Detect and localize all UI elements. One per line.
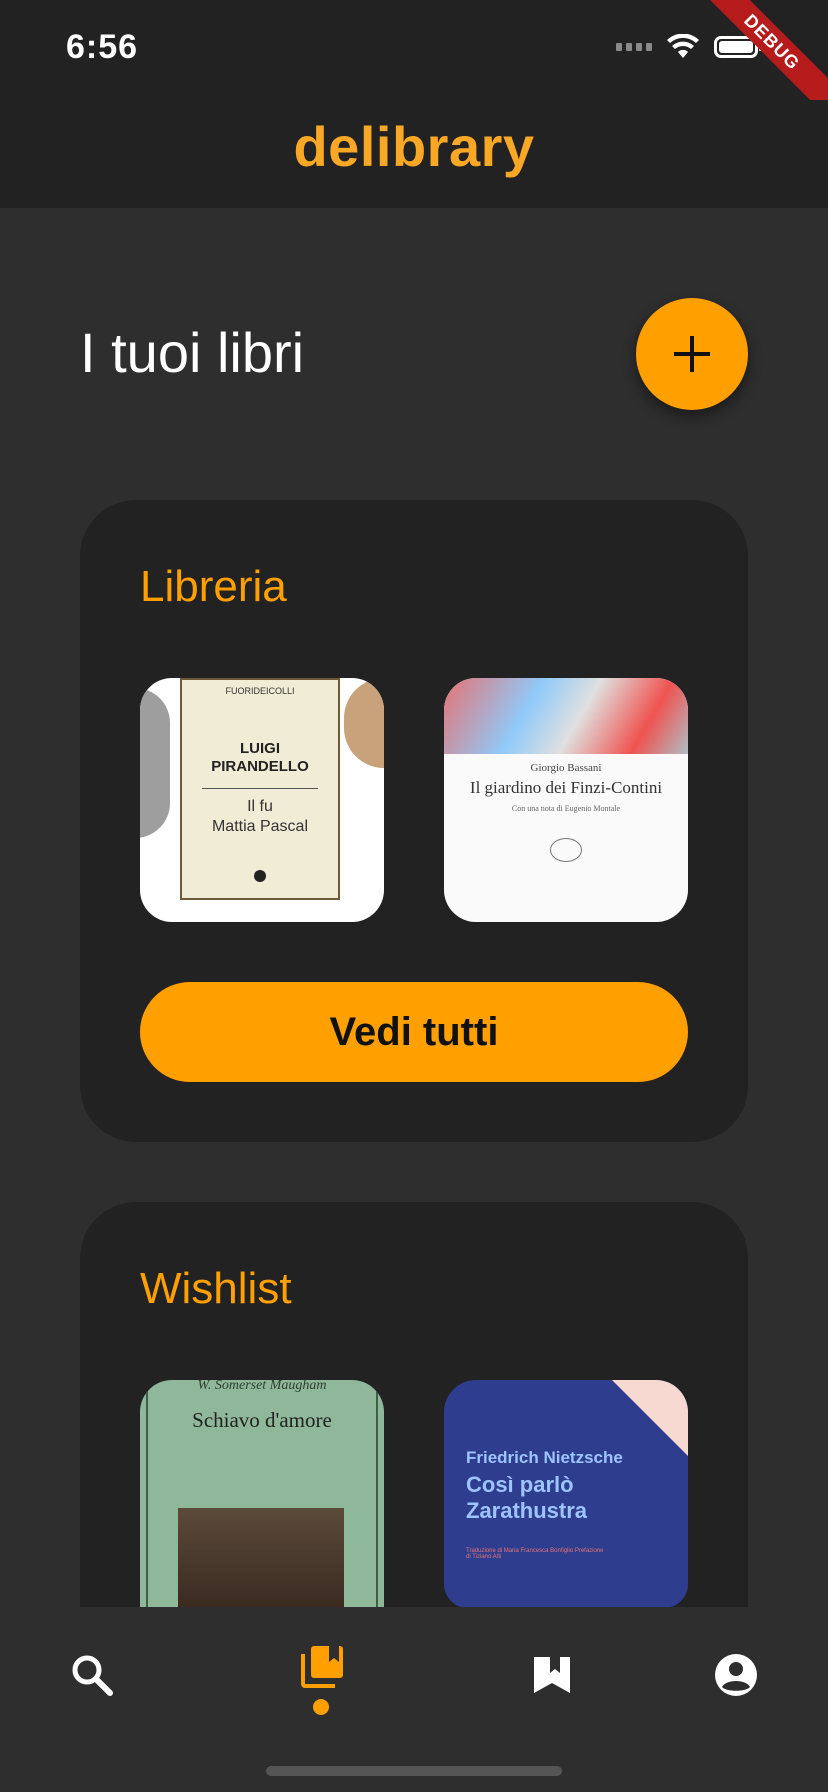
nav-active-indicator xyxy=(313,1699,329,1715)
cover-title-line1: Così parlò xyxy=(466,1472,574,1497)
cover-art: FUORIDEICOLLI LUIGI PIRANDELLO Il fu Mat… xyxy=(180,678,340,900)
book-cover[interactable]: FUORIDEICOLLI LUIGI PIRANDELLO Il fu Mat… xyxy=(140,678,384,922)
cover-painting xyxy=(178,1508,344,1608)
cover-author: W. Somerset Maugham xyxy=(197,1380,327,1393)
nav-library[interactable] xyxy=(290,1635,354,1699)
wifi-icon xyxy=(667,34,699,58)
cover-publisher: FUORIDEICOLLI xyxy=(225,686,295,696)
home-indicator[interactable] xyxy=(266,1766,562,1776)
page-title: I tuoi libri xyxy=(80,321,305,384)
cover-title-line1: Il fu xyxy=(247,798,273,815)
cover-small-text: Traduzione di Maria Francesca Bonfiglio … xyxy=(466,1548,604,1560)
library-books-icon xyxy=(301,1646,343,1688)
cover-author: Friedrich Nietzsche xyxy=(466,1448,623,1467)
cover-art xyxy=(140,688,170,838)
app-bar: delibrary xyxy=(0,100,828,208)
bookmark-icon xyxy=(534,1657,570,1693)
cover-divider xyxy=(202,788,318,789)
library-title: Libreria xyxy=(140,562,287,611)
status-bar: 6:56 DEBUG xyxy=(0,0,828,123)
nav-profile[interactable] xyxy=(704,1643,768,1707)
wishlist-title: Wishlist xyxy=(140,1264,292,1313)
library-card: Libreria FUORIDEICOLLI LUIGI PIRANDELLO … xyxy=(80,500,748,1142)
nav-wishlist[interactable] xyxy=(520,1643,584,1707)
cellular-signal-icon xyxy=(616,43,652,51)
cover-title: Schiavo d'amore xyxy=(192,1408,332,1432)
bottom-navigation xyxy=(0,1607,828,1792)
search-icon xyxy=(72,1655,113,1696)
cover-art xyxy=(444,678,688,754)
cover-logo xyxy=(550,838,582,862)
cover-title: Il giardino dei Finzi-Contini xyxy=(469,778,663,797)
add-book-button[interactable] xyxy=(636,298,748,410)
app-title: delibrary xyxy=(293,115,535,178)
book-cover[interactable]: Giorgio Bassani Il giardino dei Finzi-Co… xyxy=(444,678,688,922)
status-icons xyxy=(616,34,762,60)
cover-title-line2: Mattia Pascal xyxy=(211,818,309,835)
account-circle-icon xyxy=(715,1654,757,1696)
plus-icon xyxy=(674,336,710,372)
cover-author: LUIGI PIRANDELLO xyxy=(211,740,309,775)
cover-art xyxy=(344,678,384,768)
cover-subtitle: Con una nota di Eugenio Montale xyxy=(511,804,621,813)
see-all-button[interactable]: Vedi tutti xyxy=(140,982,688,1082)
cover-author: Giorgio Bassani xyxy=(530,762,602,774)
status-time: 6:56 xyxy=(66,28,139,66)
cover-logo xyxy=(254,870,266,882)
cover-title-line2: Zarathustra xyxy=(466,1498,588,1523)
book-cover[interactable]: W. Somerset Maugham Schiavo d'amore xyxy=(140,1380,384,1608)
cover-corner xyxy=(612,1380,688,1456)
nav-search[interactable] xyxy=(60,1643,124,1707)
book-cover[interactable]: Friedrich Nietzsche Così parlò Zarathust… xyxy=(444,1380,688,1608)
